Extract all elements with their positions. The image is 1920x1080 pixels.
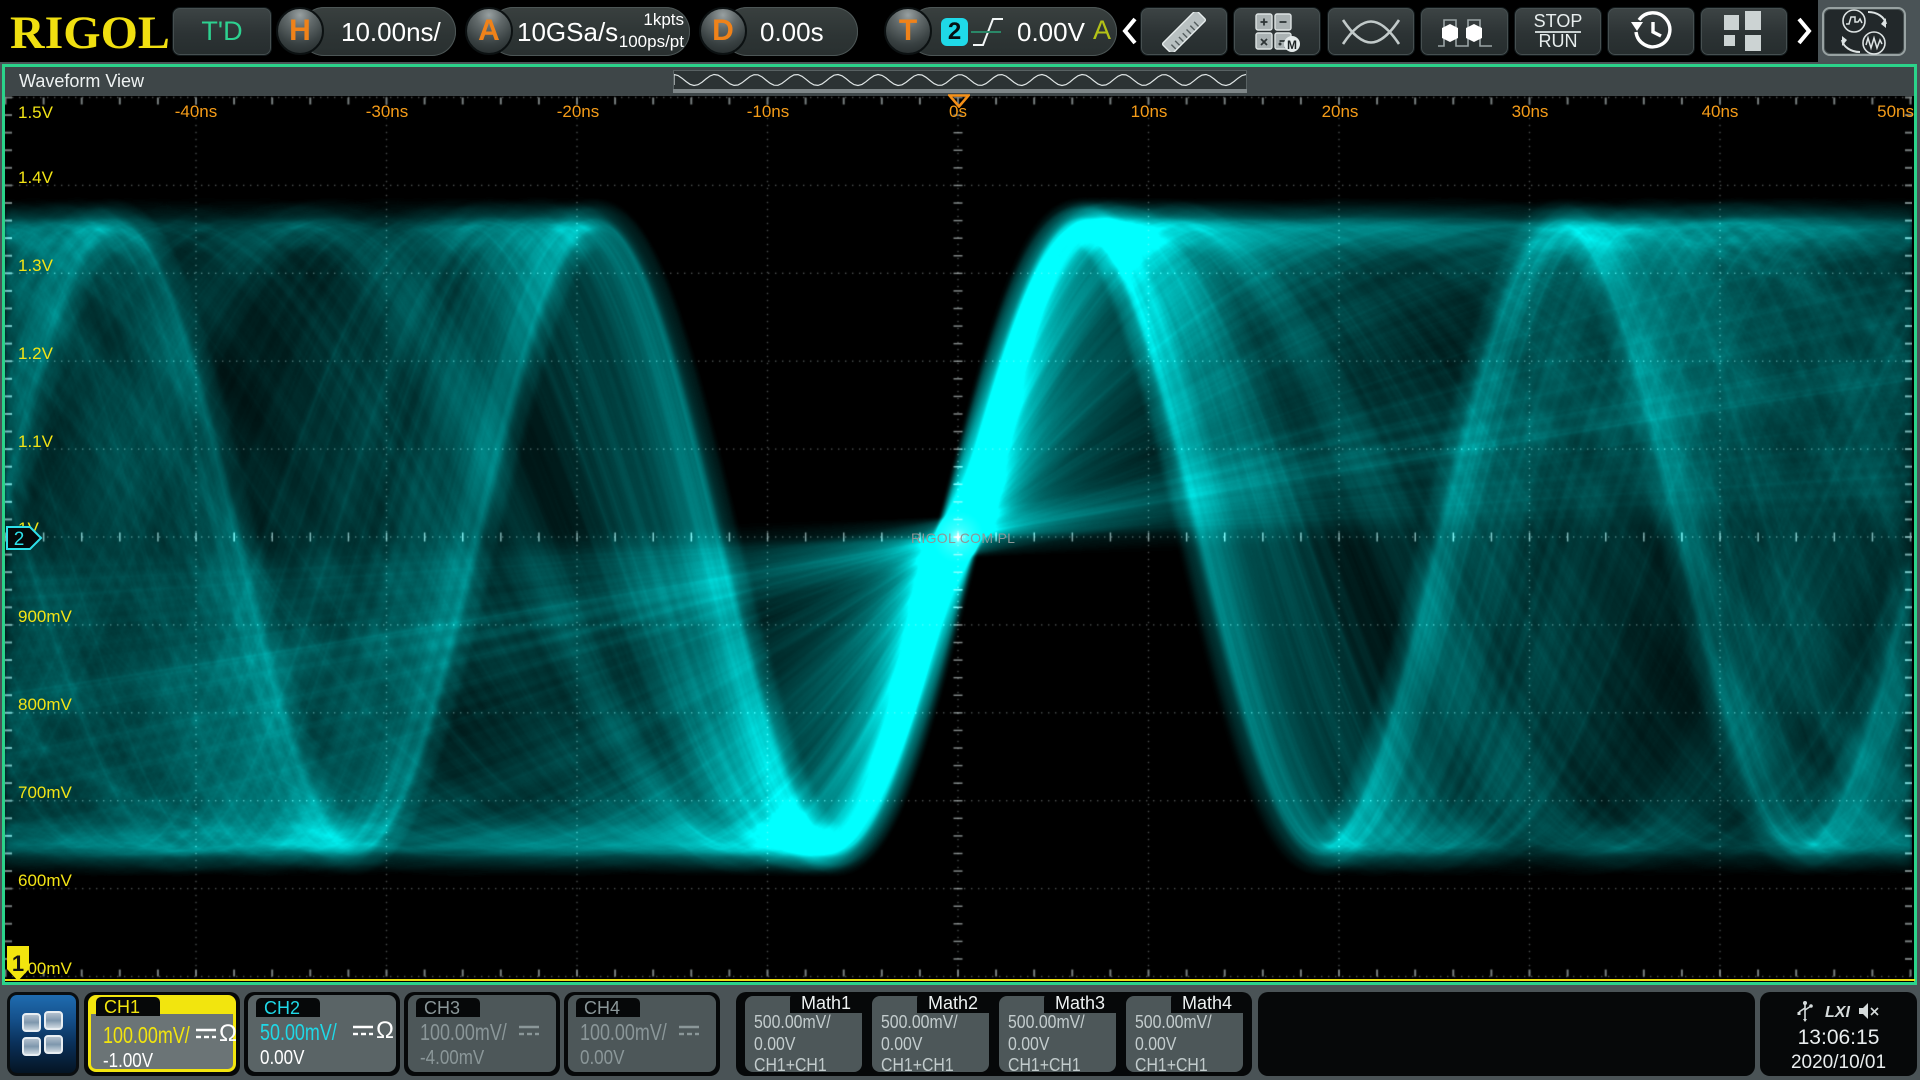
svg-text:LXI: LXI — [1825, 1004, 1850, 1021]
svg-text:2: 2 — [14, 529, 25, 550]
svg-text:M: M — [1287, 38, 1297, 52]
svg-text:1: 1 — [12, 951, 24, 976]
